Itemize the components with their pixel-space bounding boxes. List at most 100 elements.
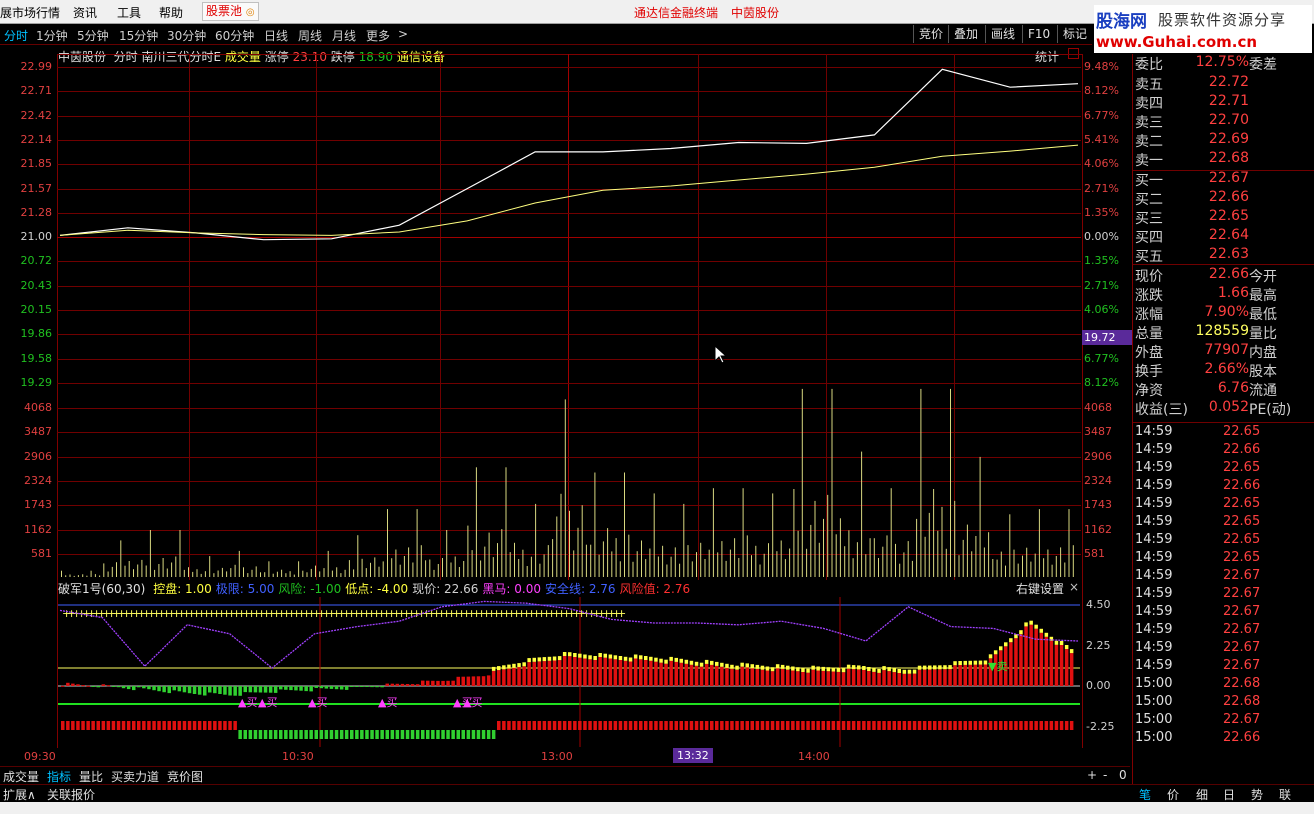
draw-line-button[interactable]: 画线 [985,25,1020,43]
right-click-settings[interactable]: 右键设置 [1016,580,1064,597]
menu-item-tools[interactable]: 工具 [117,4,141,21]
indicator-bar [213,686,217,694]
status-bar-segment [334,730,339,739]
status-bar-segment [760,721,765,730]
zoom-reset-button[interactable]: 0 [1119,768,1127,782]
status-bar-segment [983,721,988,730]
volume-bar [725,560,727,577]
volume-bar [171,562,173,577]
tab-day[interactable]: 日 [1223,786,1235,803]
quote-key: 量比 [1249,326,1277,342]
tab-auction-chart[interactable]: 竞价图 [167,768,203,785]
quote-row: 收益(三) 0.052 PE(动) [1135,399,1313,418]
indicator-bar [350,686,354,687]
volume-bar [204,571,206,577]
volume-bar [1047,549,1049,577]
tab-volume[interactable]: 成交量 [3,768,39,785]
tick-price: 22.65 [1223,424,1261,439]
menu-item-news[interactable]: 资讯 [73,4,97,21]
status-bar-segment [319,730,324,739]
status-bar-segment [735,721,739,730]
tab-daily[interactable]: 日线 [264,27,288,44]
indicator-bar [679,662,683,686]
indicator-bar-cap [760,665,765,670]
indicator-bar-cap [491,666,496,671]
volume-bar [1055,556,1057,577]
tab-more[interactable]: 更多 [366,27,390,44]
tab-link[interactable]: 联 [1279,786,1291,803]
quote-key: 买一 [1135,173,1163,189]
overlay-button[interactable]: 叠加 [948,25,983,43]
status-bar-segment [720,721,724,730]
volume-bar [1017,563,1019,577]
status-bar-segment [360,730,364,739]
volume-bar [958,555,960,577]
volume-bar [852,558,854,577]
menu-item-market[interactable]: 展市场行情 [0,4,60,21]
zoom-out-button[interactable]: - [1103,768,1107,782]
tab-15min[interactable]: 15分钟 [119,27,158,44]
volume-bar [683,503,685,577]
status-bar-segment [476,730,481,739]
title-link-terminal[interactable]: 通达信金融终端 [634,4,718,21]
chevron-right-icon[interactable]: > [398,27,408,41]
indicator-bar [289,686,293,691]
status-bar-segment [928,721,932,730]
volume-bar [1022,555,1023,577]
volume-bar [285,573,287,577]
stock-pool-button[interactable]: 股票池 ◎ [202,2,259,21]
related-quotes-tab[interactable]: 关联报价 [47,786,95,803]
tab-indicator[interactable]: 指标 [47,768,71,785]
volume-bar [488,532,490,577]
tab-price[interactable]: 价 [1167,786,1179,803]
tab-ticks[interactable]: 笔 [1139,786,1151,803]
tab-buy-sell-force[interactable]: 买卖力道 [111,768,159,785]
expand-button[interactable]: 扩展∧ [3,786,36,803]
mark-button[interactable]: 标记 [1057,25,1092,43]
indicator-bar [902,673,907,686]
menu-item-help[interactable]: 帮助 [159,4,183,21]
auction-button[interactable]: 竞价 [913,25,948,43]
volume-bar [789,548,791,577]
indicator-bar-cap [999,646,1003,651]
indicator-bar [253,686,258,693]
volume-bar [632,561,634,577]
indicator-bar [639,659,643,686]
indicator-bar [243,686,247,693]
time-axis: 09:30 10:30 13:00 13:32 14:00 [0,748,1132,765]
status-bar-segment [405,730,410,739]
title-link-stock[interactable]: 中茵股份 [731,4,779,21]
price-tick-label: 22.99 [20,60,53,73]
status-bar-segment [917,721,922,730]
cursor-price-label: 19.72 [1082,330,1134,345]
volume-bar [924,536,926,577]
indicator-bar [907,673,912,686]
tab-60min[interactable]: 60分钟 [215,27,254,44]
volume-bar [1005,565,1006,577]
close-icon[interactable]: × [1069,580,1079,594]
f10-button[interactable]: F10 [1022,25,1055,43]
volume-bar [298,561,300,577]
indicator-bar [126,686,131,690]
status-bar-segment [765,721,770,730]
percent-tick-label: 6.77% [1084,351,1119,365]
zoom-in-button[interactable]: + [1087,768,1097,782]
volume-bar [387,509,388,577]
volume-bar [86,575,88,577]
tab-30min[interactable]: 30分钟 [167,27,206,44]
tab-5min[interactable]: 5分钟 [77,27,109,44]
percent-tick-label: 4.06% [1084,303,1119,316]
indicator-title[interactable]: 破军1号(60,30) [58,582,145,596]
indicator-bar [963,664,967,686]
volume-bar [94,574,96,577]
tab-monthly[interactable]: 月线 [332,27,356,44]
indicator-bar-cap [806,668,810,673]
tab-volume-ratio[interactable]: 量比 [79,768,103,785]
tab-detail[interactable]: 细 [1196,786,1208,803]
volume-bar [458,567,460,577]
indicator-bar-cap [938,665,942,670]
tab-trend[interactable]: 势 [1251,786,1263,803]
tab-weekly[interactable]: 周线 [298,27,322,44]
tab-intraday[interactable]: 分时 [4,27,28,44]
tab-1min[interactable]: 1分钟 [36,27,68,44]
